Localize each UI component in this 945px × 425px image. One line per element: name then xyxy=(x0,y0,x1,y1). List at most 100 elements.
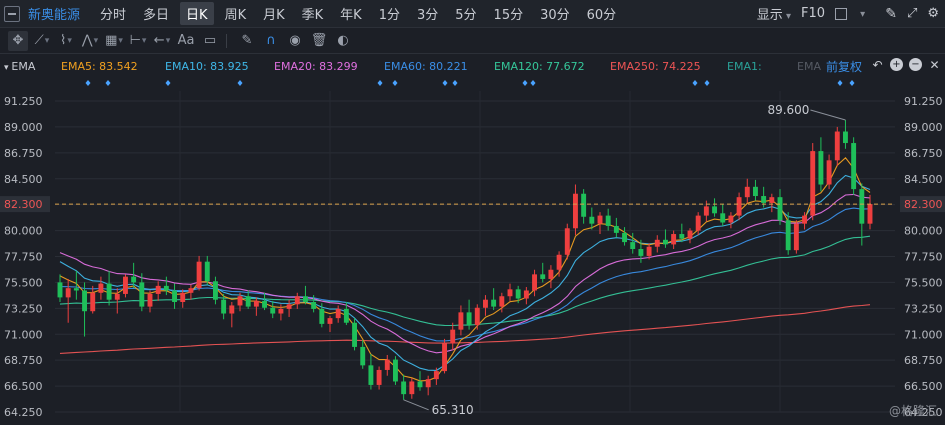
candle-body xyxy=(450,329,456,344)
tab-quarterly-k[interactable]: 季K xyxy=(296,2,330,25)
candle-body xyxy=(196,261,202,289)
ema-label-disabled: EMA xyxy=(797,60,821,73)
y-tick-label-left: 66.500 xyxy=(4,380,43,393)
candle-body xyxy=(319,308,325,324)
indicator-dropdown[interactable]: EMA xyxy=(4,60,35,73)
candle-body xyxy=(638,249,644,256)
pencil-icon[interactable]: ✎ xyxy=(885,6,897,22)
y-tick-label-left: 89.000 xyxy=(4,121,43,134)
adjust-dropdown[interactable]: 前复权 xyxy=(826,58,862,75)
candle-body xyxy=(114,293,120,300)
candle-body xyxy=(417,381,423,388)
y-tick-label-left: 68.750 xyxy=(4,354,43,367)
candle-body xyxy=(483,299,488,308)
toggle-icon[interactable]: ◐ xyxy=(333,31,353,51)
arrow-icon[interactable]: ← xyxy=(152,31,172,51)
tab-intraday[interactable]: 分时 xyxy=(94,2,132,25)
add-icon[interactable]: + xyxy=(890,58,903,71)
candle-body xyxy=(785,220,791,251)
tab-multiday[interactable]: 多日 xyxy=(137,2,175,25)
candle-body xyxy=(843,131,848,144)
ema5-label: EMA5: 83.542 xyxy=(61,60,138,73)
text-icon[interactable]: Aa xyxy=(176,31,196,51)
indicator-controls: ↶ + − ✕ xyxy=(871,58,941,72)
pen-icon[interactable]: ✎ xyxy=(237,31,257,51)
candle-body xyxy=(818,151,824,185)
candle-body xyxy=(540,274,546,279)
checkbox-dropdown[interactable]: ▾ xyxy=(835,6,875,21)
stock-name[interactable]: 新奥能源 xyxy=(28,4,80,23)
tab-3min[interactable]: 3分 xyxy=(411,2,444,25)
event-marker-icon xyxy=(692,80,698,86)
ema250-label: EMA250: 74.225 xyxy=(610,60,701,73)
tab-yearly-k[interactable]: 年K xyxy=(334,2,368,25)
candle-body xyxy=(573,193,578,229)
candle-body xyxy=(221,299,227,314)
candle-body xyxy=(188,288,194,293)
move-icon[interactable]: ✥ xyxy=(8,30,28,51)
candle-body xyxy=(335,308,341,319)
candle-body xyxy=(663,239,668,245)
event-marker-icon xyxy=(165,80,171,86)
y-tick-label-right: 75.500 xyxy=(904,276,943,289)
tab-60min[interactable]: 60分 xyxy=(581,2,623,25)
period-bar: 新奥能源 分时 多日 日K 周K 月K 季K 年K 1分 3分 5分 15分 3… xyxy=(0,0,945,28)
tab-weekly-k[interactable]: 周K xyxy=(219,2,253,25)
candle-body xyxy=(180,292,186,302)
trash-icon[interactable]: 🗑 xyxy=(309,31,329,51)
settings-icon[interactable]: ⚙ xyxy=(927,6,939,21)
tab-1min[interactable]: 1分 xyxy=(373,2,406,25)
f10-button[interactable]: F10 xyxy=(801,6,825,21)
candle-body xyxy=(294,296,300,305)
y-tick-label-left: 75.500 xyxy=(4,276,43,289)
ema60-label: EMA60: 80.221 xyxy=(384,60,468,73)
measure-icon[interactable]: ⊢ xyxy=(128,31,148,51)
candle-body xyxy=(343,308,349,323)
collapse-icon[interactable] xyxy=(4,5,20,22)
undo-icon[interactable]: ↶ xyxy=(871,58,884,72)
candle-body xyxy=(106,283,112,300)
candle-body xyxy=(826,160,832,185)
candle-body xyxy=(458,312,464,330)
event-marker-icon xyxy=(452,80,458,86)
remove-icon[interactable]: − xyxy=(909,58,922,71)
eye-icon[interactable]: ◉ xyxy=(285,31,305,51)
comment-icon[interactable]: ▭ xyxy=(200,31,220,51)
tab-monthly-k[interactable]: 月K xyxy=(257,2,291,25)
ema20-line xyxy=(59,193,871,354)
kline-chart[interactable]: 91.250 91.250 89.000 89.000 86.750 86.750 84.5… xyxy=(0,77,945,425)
event-marker-icon xyxy=(392,80,398,86)
event-marker-icon xyxy=(85,80,91,86)
fib-icon[interactable]: ▦ xyxy=(104,31,124,51)
candle-body xyxy=(311,301,317,309)
tab-30min[interactable]: 30分 xyxy=(534,2,576,25)
close-icon[interactable]: ✕ xyxy=(928,58,941,72)
y-tick-label-left: 71.000 xyxy=(4,328,43,341)
candle-body xyxy=(679,234,685,239)
display-dropdown[interactable]: 显示 xyxy=(757,4,791,23)
candle-body xyxy=(630,242,636,250)
y-tick-label-left: 84.500 xyxy=(4,173,43,186)
candle-body xyxy=(213,281,218,300)
tab-daily-k[interactable]: 日K xyxy=(180,2,214,25)
ray-icon[interactable]: ⌇ xyxy=(56,31,76,51)
current-price-label-right: 82.300 xyxy=(904,198,943,211)
candle-body xyxy=(753,186,758,197)
candle-body xyxy=(352,322,357,347)
wave-icon[interactable]: ⋀ xyxy=(80,31,100,51)
magnet-icon[interactable]: ∩ xyxy=(261,31,281,51)
expand-icon[interactable]: ⤢ xyxy=(907,6,917,21)
tab-5min[interactable]: 5分 xyxy=(449,2,482,25)
candle-body xyxy=(605,215,611,226)
ema20-label: EMA20: 83.299 xyxy=(274,60,358,73)
candle-body xyxy=(393,359,398,382)
event-marker-icon xyxy=(377,80,383,86)
line-icon[interactable]: ⟋ xyxy=(32,31,52,51)
candle-body xyxy=(695,215,701,231)
tab-15min[interactable]: 15分 xyxy=(488,2,530,25)
candle-body xyxy=(712,206,717,214)
candle-body xyxy=(442,343,447,372)
event-marker-icon xyxy=(442,80,448,86)
candle-body xyxy=(671,234,677,245)
event-marker-icon xyxy=(837,80,843,86)
